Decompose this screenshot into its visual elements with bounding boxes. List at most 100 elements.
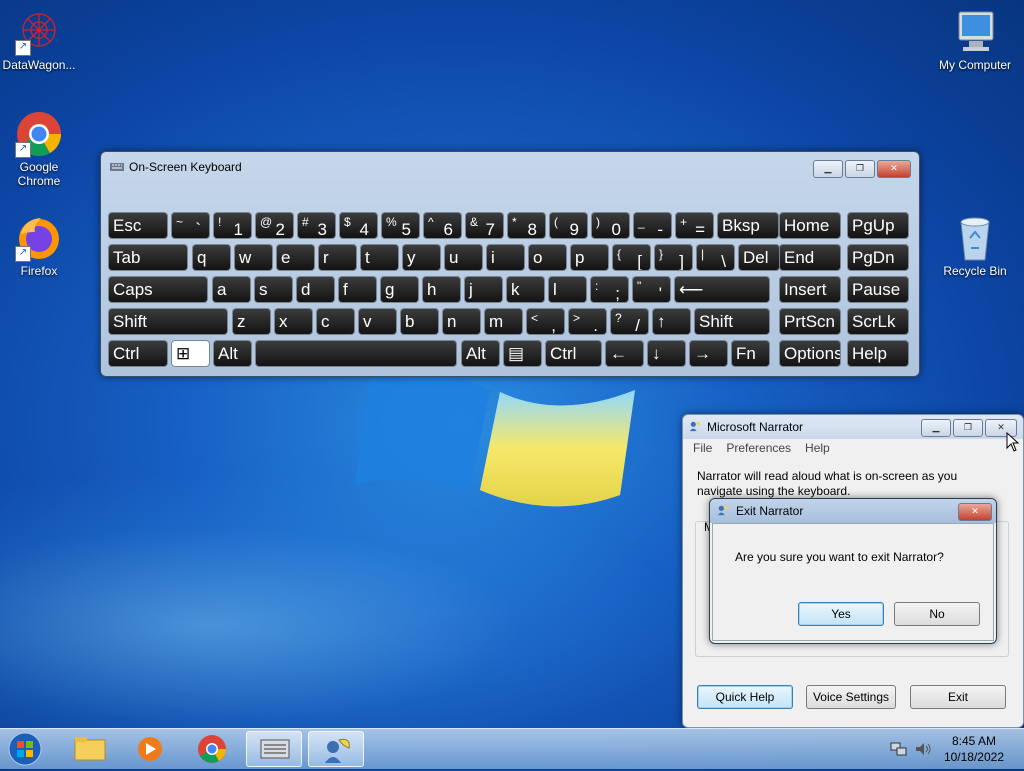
key-down-arrow[interactable]: ↓: [647, 340, 686, 367]
key-4[interactable]: $4: [339, 212, 378, 239]
key-k[interactable]: k: [506, 276, 545, 303]
key-space[interactable]: [255, 340, 457, 367]
key-alt-right[interactable]: Alt: [461, 340, 500, 367]
desktop-icon-firefox[interactable]: ↗ Firefox: [0, 214, 79, 278]
key-comma[interactable]: <,: [526, 308, 565, 335]
key-lbracket[interactable]: {[: [612, 244, 651, 271]
key-y[interactable]: y: [402, 244, 441, 271]
volume-icon[interactable]: [914, 741, 932, 757]
key-tab[interactable]: Tab: [108, 244, 188, 271]
key-rbracket[interactable]: }]: [654, 244, 693, 271]
key-windows[interactable]: ⊞: [171, 340, 210, 367]
minimize-button[interactable]: ▁: [921, 419, 951, 437]
taskbar-chrome[interactable]: [184, 731, 240, 767]
key-enter[interactable]: ⟵: [674, 276, 770, 303]
key-1[interactable]: ! 1: [213, 212, 252, 239]
key-8[interactable]: * 8: [507, 212, 546, 239]
key-6[interactable]: ^ 6: [423, 212, 462, 239]
key-c[interactable]: c: [316, 308, 355, 335]
no-button[interactable]: No: [894, 602, 980, 626]
key-d[interactable]: d: [296, 276, 335, 303]
key-alt[interactable]: Alt: [213, 340, 252, 367]
minimize-button[interactable]: ▁: [813, 160, 843, 178]
key-v[interactable]: v: [358, 308, 397, 335]
key-a[interactable]: a: [212, 276, 251, 303]
key-u[interactable]: u: [444, 244, 483, 271]
key-backslash[interactable]: | \: [696, 244, 735, 271]
key-scrlk[interactable]: ScrLk: [847, 308, 909, 335]
key-t[interactable]: t: [360, 244, 399, 271]
key-5[interactable]: % 5: [381, 212, 420, 239]
taskbar-on-screen-keyboard[interactable]: [246, 731, 302, 767]
desktop-icon-datawagon[interactable]: ↗ DataWagon...: [0, 8, 79, 72]
key-end[interactable]: End: [779, 244, 841, 271]
menu-preferences[interactable]: Preferences: [726, 439, 791, 459]
key-shift[interactable]: Shift: [108, 308, 228, 335]
exit-narrator-dialog[interactable]: Exit Narrator ✕ Are you sure you want to…: [709, 498, 997, 644]
exit-button[interactable]: Exit: [910, 685, 1006, 709]
key-2[interactable]: @2: [255, 212, 294, 239]
key-9[interactable]: (9: [549, 212, 588, 239]
key-h[interactable]: h: [422, 276, 461, 303]
key-caps[interactable]: Caps: [108, 276, 208, 303]
key-backspace[interactable]: Bksp: [717, 212, 779, 239]
key-delete[interactable]: Del: [738, 244, 780, 271]
system-clock[interactable]: 8:45 AM 10/18/2022: [944, 733, 1004, 765]
taskbar-media-player[interactable]: [122, 731, 178, 767]
key-pgdn[interactable]: PgDn: [847, 244, 909, 271]
quick-help-button[interactable]: Quick Help: [697, 685, 793, 709]
key-j[interactable]: j: [464, 276, 503, 303]
desktop-icon-recycle-bin[interactable]: Recycle Bin: [935, 214, 1015, 278]
key-z[interactable]: z: [232, 308, 271, 335]
key-ctrl-right[interactable]: Ctrl: [545, 340, 602, 367]
yes-button[interactable]: Yes: [798, 602, 884, 626]
key-left-arrow[interactable]: ←: [605, 340, 644, 367]
key-ctrl[interactable]: Ctrl: [108, 340, 168, 367]
key-g[interactable]: g: [380, 276, 419, 303]
key-fn[interactable]: Fn: [731, 340, 770, 367]
key-f[interactable]: f: [338, 276, 377, 303]
key-equals[interactable]: + =: [675, 212, 714, 239]
start-button[interactable]: [6, 731, 44, 767]
key-help[interactable]: Help: [847, 340, 909, 367]
key-w[interactable]: w: [234, 244, 273, 271]
close-button[interactable]: ✕: [877, 160, 911, 178]
key-esc[interactable]: Esc: [108, 212, 168, 239]
key-quote[interactable]: " ': [632, 276, 671, 303]
key-pause[interactable]: Pause: [847, 276, 909, 303]
on-screen-keyboard-window[interactable]: On-Screen Keyboard ▁ ❐ ✕ Esc ~ `! 1 @2 #3 $4% 5…: [100, 151, 920, 377]
desktop-icon-my-computer[interactable]: My Computer: [935, 8, 1015, 72]
network-icon[interactable]: [890, 741, 908, 757]
key-r[interactable]: r: [318, 244, 357, 271]
key-m[interactable]: m: [484, 308, 523, 335]
taskbar-explorer[interactable]: [62, 731, 118, 767]
key-menu[interactable]: ▤: [503, 340, 542, 367]
key-0[interactable]: ) 0: [591, 212, 630, 239]
taskbar-narrator[interactable]: [308, 731, 364, 767]
restore-button[interactable]: ❐: [845, 160, 875, 178]
key-insert[interactable]: Insert: [779, 276, 841, 303]
key-n[interactable]: n: [442, 308, 481, 335]
osk-titlebar[interactable]: On-Screen Keyboard ▁ ❐ ✕: [101, 152, 919, 180]
key-q[interactable]: q: [192, 244, 231, 271]
key-p[interactable]: p: [570, 244, 609, 271]
close-button[interactable]: ✕: [958, 503, 992, 521]
key-options[interactable]: Options: [779, 340, 841, 367]
key-x[interactable]: x: [274, 308, 313, 335]
key-right-arrow[interactable]: →: [689, 340, 728, 367]
key-o[interactable]: o: [528, 244, 567, 271]
key-s[interactable]: s: [254, 276, 293, 303]
key-shift-right[interactable]: Shift: [694, 308, 770, 335]
key-minus[interactable]: _ -: [633, 212, 672, 239]
key-period[interactable]: >.: [568, 308, 607, 335]
key-semicolon[interactable]: :;: [590, 276, 629, 303]
key-i[interactable]: i: [486, 244, 525, 271]
menu-help[interactable]: Help: [805, 439, 830, 459]
key-e[interactable]: e: [276, 244, 315, 271]
key-b[interactable]: b: [400, 308, 439, 335]
key-tilde[interactable]: ~ `: [171, 212, 210, 239]
key-prtscn[interactable]: PrtScn: [779, 308, 841, 335]
key-up-arrow[interactable]: ↑: [652, 308, 691, 335]
menu-file[interactable]: File: [693, 439, 712, 459]
restore-button[interactable]: ❐: [953, 419, 983, 437]
